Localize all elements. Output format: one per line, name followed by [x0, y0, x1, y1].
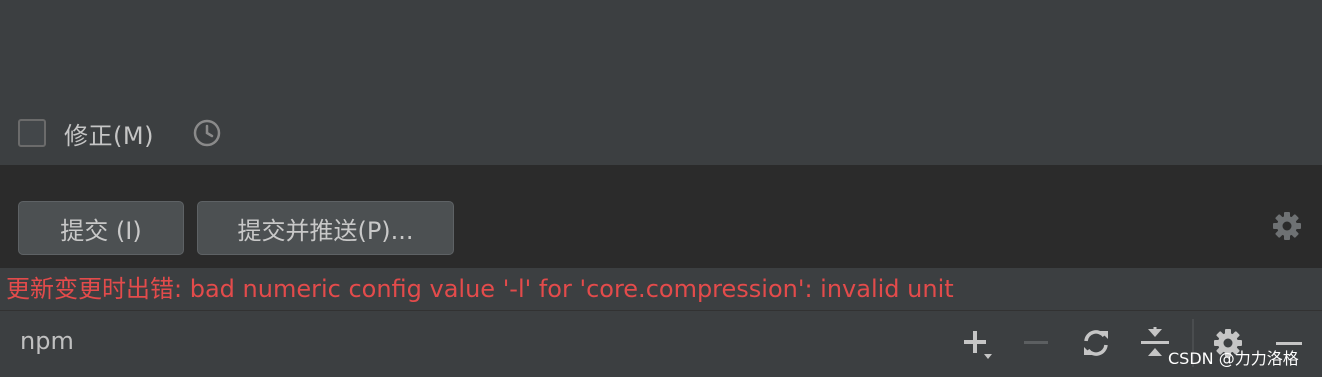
amend-label[interactable]: 修正(M) [64, 116, 154, 151]
history-icon[interactable] [190, 116, 224, 150]
bottom-toolbar: npm CSDN @力力洛格 [0, 310, 1322, 377]
add-icon[interactable] [958, 325, 994, 361]
commit-and-push-button[interactable]: 提交并推送(P)... [197, 201, 454, 255]
refresh-icon[interactable] [1078, 325, 1114, 361]
remove-icon[interactable] [1018, 325, 1054, 361]
commit-options-gear-icon[interactable] [1270, 209, 1304, 243]
npm-label: npm [20, 327, 74, 355]
amend-checkbox[interactable] [18, 119, 46, 147]
commit-toolbar: 提交 (I) 提交并推送(P)... [0, 165, 1322, 268]
error-message: 更新变更时出错: bad numeric config value '-l' f… [0, 268, 1322, 310]
watermark: CSDN @力力洛格 [1168, 349, 1299, 368]
commit-button[interactable]: 提交 (I) [18, 201, 184, 255]
changes-panel: 修正(M) [0, 0, 1322, 165]
amend-row: 修正(M) [18, 116, 224, 150]
